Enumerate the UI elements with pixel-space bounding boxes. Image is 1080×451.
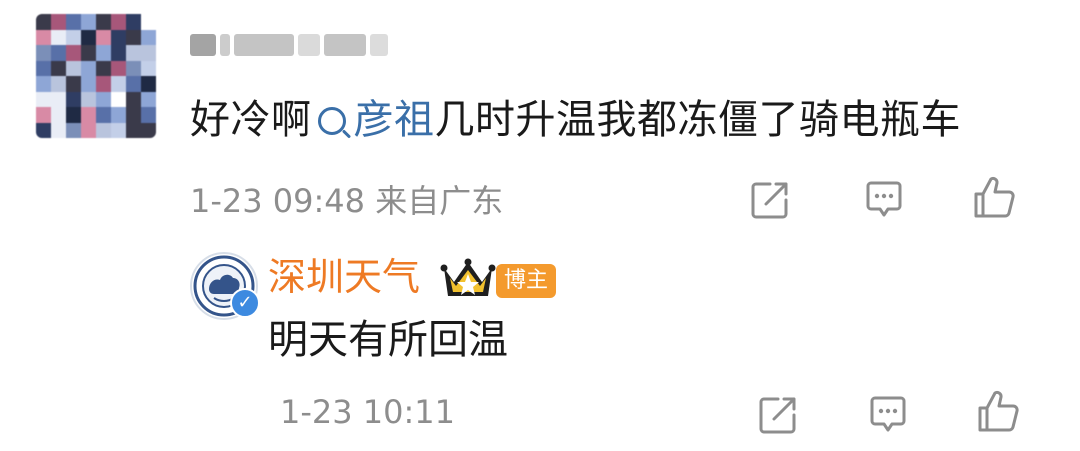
avatar-pixel xyxy=(66,91,81,107)
avatar-pixel xyxy=(126,60,141,76)
avatar-pixel xyxy=(36,122,51,138)
avatar-pixel xyxy=(111,14,126,30)
avatar-pixel xyxy=(51,91,66,107)
reply-meta: 1-23 10:11 xyxy=(280,393,456,431)
avatar-pixel xyxy=(81,45,96,61)
avatar-pixel xyxy=(141,107,156,123)
avatar-pixel xyxy=(81,91,96,107)
avatar-pixel xyxy=(36,107,51,123)
avatar-pixel xyxy=(126,91,141,107)
share-icon[interactable] xyxy=(748,178,792,222)
avatar-pixel xyxy=(126,76,141,92)
avatar-pixel xyxy=(36,76,51,92)
avatar-pixel xyxy=(141,76,156,92)
avatar-pixel xyxy=(81,76,96,92)
comment-icon[interactable] xyxy=(862,178,906,222)
verified-check-icon: ✓ xyxy=(230,288,260,318)
avatar-pixel xyxy=(66,76,81,92)
avatar-pixel xyxy=(126,107,141,123)
avatar-pixel xyxy=(51,60,66,76)
avatar-pixel xyxy=(96,122,111,138)
avatar-pixel xyxy=(51,29,66,45)
avatar-pixel xyxy=(81,29,96,45)
avatar-pixel xyxy=(141,45,156,61)
comment-text: 好冷啊 彦祖几时升温我都冻僵了骑电瓶车 xyxy=(190,92,961,148)
avatar-pixel xyxy=(36,14,51,30)
thumbs-up-icon[interactable] xyxy=(970,174,1018,222)
avatar-pixel xyxy=(141,60,156,76)
avatar-pixel xyxy=(111,122,126,138)
avatar-pixel xyxy=(111,29,126,45)
avatar-pixel xyxy=(36,45,51,61)
comment-icon[interactable] xyxy=(866,393,910,437)
avatar-pixel xyxy=(96,107,111,123)
avatar-pixel xyxy=(111,107,126,123)
avatar-pixel xyxy=(66,122,81,138)
avatar-pixel xyxy=(111,76,126,92)
avatar-pixel xyxy=(66,60,81,76)
avatar-pixel xyxy=(81,60,96,76)
reply-author-name[interactable]: 深圳天气 xyxy=(268,252,420,302)
avatar-pixel xyxy=(66,107,81,123)
avatar-pixel xyxy=(126,122,141,138)
reply-text: 明天有所回温 xyxy=(268,317,508,363)
avatar-pixel xyxy=(111,91,126,107)
comment-meta: 1-23 09:48 来自广东 xyxy=(190,182,504,220)
crown-icon xyxy=(440,258,496,296)
avatar-pixel xyxy=(141,91,156,107)
avatar-pixel xyxy=(51,122,66,138)
avatar-pixel xyxy=(66,29,81,45)
avatar-pixel xyxy=(36,60,51,76)
avatar-pixel xyxy=(36,29,51,45)
avatar-pixel xyxy=(81,107,96,123)
avatar-pixel xyxy=(141,122,156,138)
blogger-badge: 博主 xyxy=(496,264,557,298)
avatar-pixel xyxy=(141,14,156,30)
avatar-pixel xyxy=(81,122,96,138)
avatar-pixel xyxy=(126,45,141,61)
thumbs-up-icon[interactable] xyxy=(974,388,1022,436)
mention-link[interactable]: 彦祖 xyxy=(354,97,435,143)
avatar-pixel xyxy=(126,29,141,45)
avatar-pixel xyxy=(51,14,66,30)
avatar-pixel xyxy=(141,29,156,45)
avatar-pixel xyxy=(51,45,66,61)
avatar-pixel xyxy=(96,29,111,45)
avatar-pixel xyxy=(126,14,141,30)
comment-text-after: 几时升温我都冻僵了骑电瓶车 xyxy=(434,97,961,143)
avatar-pixel xyxy=(81,14,96,30)
avatar-pixel xyxy=(111,60,126,76)
commenter-avatar[interactable] xyxy=(36,14,156,138)
avatar-pixel xyxy=(96,14,111,30)
avatar-pixel xyxy=(96,91,111,107)
avatar-pixel xyxy=(51,107,66,123)
avatar-pixel xyxy=(66,45,81,61)
avatar-pixel xyxy=(66,14,81,30)
avatar-pixel xyxy=(51,76,66,92)
avatar-pixel xyxy=(96,76,111,92)
avatar-pixel xyxy=(36,91,51,107)
share-icon[interactable] xyxy=(756,393,800,437)
avatar-pixel xyxy=(96,45,111,61)
commenter-name-blurred[interactable] xyxy=(190,30,395,60)
avatar-pixel xyxy=(96,60,111,76)
search-icon xyxy=(317,107,346,135)
comment-text-before: 好冷啊 xyxy=(190,97,312,143)
avatar-pixel xyxy=(111,45,126,61)
